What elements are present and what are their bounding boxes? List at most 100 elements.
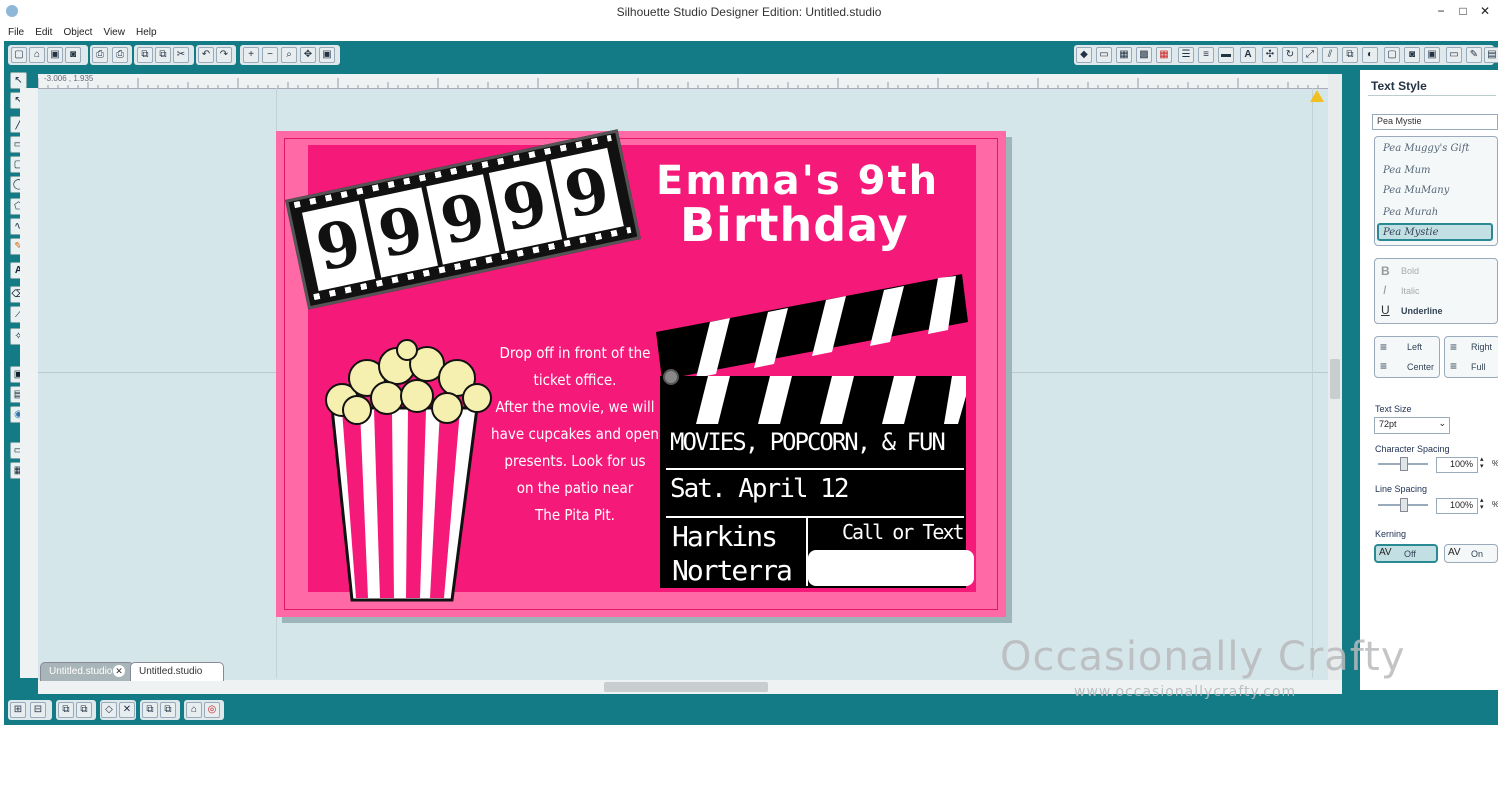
italic-icon[interactable]: I <box>1383 283 1386 297</box>
menu-object[interactable]: Object <box>63 24 92 41</box>
line-spacing-slider-handle[interactable] <box>1400 498 1408 512</box>
align-center-icon[interactable]: ≡ <box>1380 359 1387 373</box>
close-tab-icon[interactable]: ✕ <box>113 665 125 677</box>
menu-help[interactable]: Help <box>136 24 157 41</box>
pan-icon[interactable]: ✥ <box>300 47 316 63</box>
paste-icon[interactable]: ⧉ <box>155 47 171 63</box>
font-item[interactable]: Pea Muggy's Gift <box>1383 143 1469 154</box>
align-full-label[interactable]: Full <box>1471 362 1486 372</box>
release-compound-icon[interactable]: ✕ <box>119 702 135 718</box>
zoom-select-icon[interactable]: ⌕ <box>281 47 297 63</box>
close-button[interactable]: ✕ <box>1474 3 1496 19</box>
redo-icon[interactable]: ↷ <box>216 47 232 63</box>
send-back-icon[interactable]: ⧉ <box>160 702 176 718</box>
rotate-handle-icon[interactable] <box>663 369 679 385</box>
target-icon[interactable]: ◎ <box>204 702 220 718</box>
warning-icon[interactable] <box>1310 90 1324 102</box>
clapper-board[interactable]: MOVIES, POPCORN, & FUN Sat. April 12 Har… <box>660 376 974 588</box>
char-spacing-slider-handle[interactable] <box>1400 457 1408 471</box>
fit-page-icon[interactable]: ▣ <box>319 47 335 63</box>
clapper-line2[interactable]: Sat. April 12 <box>670 474 849 504</box>
vertical-scroll-thumb[interactable] <box>1330 359 1340 399</box>
align-right-label[interactable]: Right <box>1471 342 1492 352</box>
font-list[interactable]: Pea Muggy's Gift Pea Mum Pea MuMany Pea … <box>1374 136 1498 246</box>
font-item-selected[interactable]: Pea Mystie <box>1377 223 1493 241</box>
print-icon[interactable]: ⎙ <box>92 47 108 63</box>
maximize-button[interactable]: □ <box>1452 3 1474 19</box>
clapper-line1[interactable]: MOVIES, POPCORN, & FUN <box>670 428 946 456</box>
cut-settings-icon[interactable]: ▣ <box>1424 47 1440 63</box>
save-icon[interactable]: ▣ <box>47 47 63 63</box>
select-tool-icon[interactable]: ↖ <box>10 72 27 89</box>
line-spacing-input[interactable]: 100% <box>1436 498 1478 514</box>
char-spacing-stepper[interactable]: ▴ ▾ <box>1480 456 1484 470</box>
menu-view[interactable]: View <box>103 24 125 41</box>
align-left-label[interactable]: Left <box>1407 342 1422 352</box>
char-spacing-input[interactable]: 100% <box>1436 457 1478 473</box>
kerning-on-button[interactable]: AV On <box>1444 544 1498 563</box>
menu-file[interactable]: File <box>8 24 24 41</box>
menu-edit[interactable]: Edit <box>35 24 52 41</box>
undo-icon[interactable]: ↶ <box>198 47 214 63</box>
fill-panel-icon[interactable]: ▬ <box>1218 47 1234 63</box>
kerning-off-button[interactable]: AV Off <box>1374 544 1438 563</box>
zoom-in-icon[interactable]: + <box>243 47 259 63</box>
open-file-icon[interactable]: ⌂ <box>29 47 45 63</box>
font-search-input[interactable]: Pea Mystie <box>1372 114 1498 130</box>
popcorn-illustration[interactable] <box>312 338 502 610</box>
scale-icon[interactable]: ⤢ <box>1302 47 1318 63</box>
transform-icon[interactable]: ✣ <box>1262 47 1278 63</box>
align-center-label[interactable]: Center <box>1407 362 1434 372</box>
italic-label[interactable]: Italic <box>1401 286 1420 296</box>
ungroup-icon[interactable]: ⧉ <box>76 702 92 718</box>
store-icon[interactable]: ▤ <box>1484 47 1498 63</box>
vertical-scrollbar[interactable] <box>1328 74 1342 680</box>
page-setup-icon[interactable]: ▭ <box>1446 47 1462 63</box>
line-color-icon[interactable]: ▭ <box>1096 47 1112 63</box>
line-style-icon[interactable]: ☰ <box>1178 47 1194 63</box>
cut-icon[interactable]: ✂ <box>173 47 189 63</box>
minimize-button[interactable]: − <box>1430 3 1452 19</box>
font-item[interactable]: Pea Murah <box>1383 207 1438 218</box>
trace-icon[interactable]: ◙ <box>1404 47 1420 63</box>
line-width-icon[interactable]: ≡ <box>1198 47 1214 63</box>
copy-icon[interactable]: ⧉ <box>137 47 153 63</box>
align-full-icon[interactable]: ≡ <box>1450 359 1457 373</box>
rotate-icon[interactable]: ↻ <box>1282 47 1298 63</box>
text-style-icon[interactable]: A <box>1240 47 1256 63</box>
underline-label[interactable]: Underline <box>1401 306 1443 316</box>
align-right-icon[interactable]: ≡ <box>1450 340 1457 354</box>
modify-icon[interactable]: ◐ <box>1362 47 1378 63</box>
group-icon[interactable]: ⧉ <box>58 702 74 718</box>
offset-icon[interactable]: ▢ <box>1384 47 1400 63</box>
replicate-icon[interactable]: ⧉ <box>1342 47 1358 63</box>
horizontal-scroll-thumb[interactable] <box>604 682 768 692</box>
send-cut-icon[interactable]: ⎙ <box>112 47 128 63</box>
invitation-title-line2[interactable]: Birthday <box>680 198 909 252</box>
new-file-icon[interactable]: ▢ <box>11 47 27 63</box>
center-icon[interactable]: ⊟ <box>30 702 46 718</box>
clapper-venue1[interactable]: Harkins <box>672 520 778 553</box>
shear-icon[interactable]: ⫽ <box>1322 47 1338 63</box>
sketch-icon[interactable]: ✎ <box>1466 47 1482 63</box>
invitation-details[interactable]: Drop off in front of the ticket office. … <box>490 340 660 529</box>
text-size-select[interactable]: 72pt ⌄ <box>1374 417 1450 434</box>
clapper-venue2[interactable]: Norterra <box>672 554 793 587</box>
zoom-out-icon[interactable]: − <box>262 47 278 63</box>
align-left-icon[interactable]: ≡ <box>1380 340 1387 354</box>
pattern-icon[interactable]: ▩ <box>1136 47 1152 63</box>
bold-icon[interactable]: B <box>1381 264 1390 278</box>
clapper-top[interactable] <box>650 270 970 380</box>
line-spacing-stepper[interactable]: ▴ ▾ <box>1480 497 1484 511</box>
gradient-icon[interactable]: ▦ <box>1116 47 1132 63</box>
font-item[interactable]: Pea MuMany <box>1383 185 1449 196</box>
save-library-icon[interactable]: ◙ <box>65 47 81 63</box>
weld-icon[interactable]: ⌂ <box>186 702 202 718</box>
red-cut-icon[interactable]: ▦ <box>1156 47 1172 63</box>
tab-untitled-2[interactable]: Untitled.studio <box>130 662 224 681</box>
bold-label[interactable]: Bold <box>1401 266 1419 276</box>
clapper-contact-label[interactable]: Call or Text <box>842 520 964 544</box>
font-item[interactable]: Pea Mum <box>1383 165 1431 176</box>
make-compound-icon[interactable]: ◇ <box>101 702 117 718</box>
fill-color-icon[interactable]: ◆ <box>1076 47 1092 63</box>
